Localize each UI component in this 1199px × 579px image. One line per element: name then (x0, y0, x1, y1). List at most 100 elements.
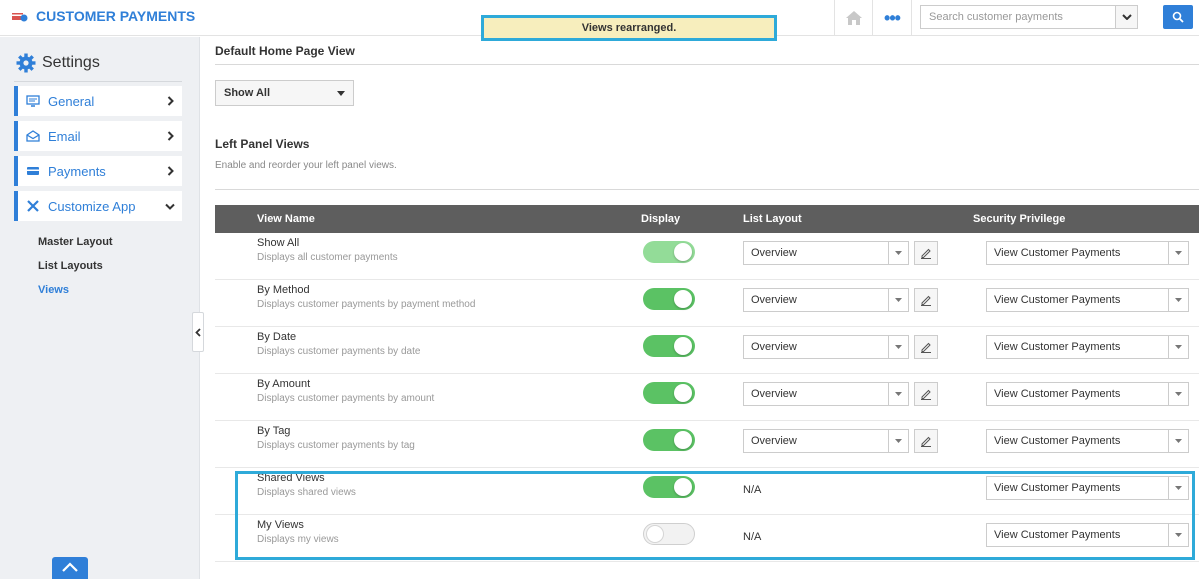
table-row: By Amount Displays customer payments by a… (215, 374, 1199, 421)
display-toggle[interactable] (643, 335, 695, 357)
security-privilege-value: View Customer Payments (994, 529, 1121, 541)
display-toggle[interactable] (643, 241, 695, 263)
toast-notification: Views rearranged. (481, 15, 777, 41)
view-description: Displays shared views (257, 487, 356, 498)
chevron-right-icon (158, 131, 182, 141)
display-toggle[interactable] (643, 288, 695, 310)
list-layout-select[interactable]: Overview (743, 429, 909, 453)
sidebar-item-general[interactable]: General (14, 86, 182, 116)
security-privilege-select[interactable]: View Customer Payments (986, 241, 1189, 265)
chevron-left-icon (195, 327, 201, 337)
settings-heading: Settings (16, 53, 100, 73)
default-view-value: Show All (224, 87, 271, 99)
column-header-view-name: View Name (257, 213, 315, 225)
search-input[interactable] (921, 6, 1116, 28)
left-panel-views-description: Enable and reorder your left panel views… (215, 160, 397, 171)
security-privilege-select[interactable]: View Customer Payments (986, 382, 1189, 406)
security-privilege-select[interactable]: View Customer Payments (986, 476, 1189, 500)
display-toggle[interactable] (643, 429, 695, 451)
caret-down-icon (888, 430, 908, 452)
home-icon (62, 562, 78, 572)
view-description: Displays all customer payments (257, 252, 398, 263)
security-privilege-select[interactable]: View Customer Payments (986, 523, 1189, 547)
toggle-knob (674, 384, 692, 402)
list-layout-value: Overview (751, 341, 797, 353)
view-description: Displays customer payments by amount (257, 393, 435, 404)
sidebar-item-email[interactable]: Email (14, 121, 182, 151)
display-toggle[interactable] (643, 382, 695, 404)
caret-down-icon (888, 289, 908, 311)
pencil-icon (921, 436, 931, 447)
search-button[interactable] (1163, 5, 1193, 29)
divider (215, 64, 1199, 65)
list-layout-na: N/A (743, 484, 762, 496)
sidebar-subitem-list-layouts[interactable]: List Layouts (38, 260, 103, 272)
app-title-text: CUSTOMER PAYMENTS (36, 8, 196, 24)
pencil-icon (921, 248, 931, 259)
view-description: Displays my views (257, 534, 339, 545)
divider (215, 189, 1199, 190)
sidebar-item-payments[interactable]: Payments (14, 156, 182, 186)
caret-down-icon (1168, 430, 1188, 452)
sidebar-item-label: Customize App (48, 198, 136, 214)
caret-down-icon (888, 242, 908, 264)
ellipsis-icon: ••• (884, 7, 901, 28)
edit-layout-button[interactable] (914, 382, 938, 406)
security-privilege-select[interactable]: View Customer Payments (986, 335, 1189, 359)
toggle-knob (674, 243, 692, 261)
column-header-list-layout: List Layout (743, 213, 802, 225)
left-panel-views-title: Left Panel Views (215, 137, 310, 151)
chevron-down-icon (158, 203, 182, 210)
caret-down-icon (888, 383, 908, 405)
pencil-icon (921, 295, 931, 306)
default-view-select[interactable]: Show All (215, 80, 354, 106)
sidebar-item-customize-app[interactable]: Customize App (14, 191, 182, 221)
column-header-security-privilege: Security Privilege (973, 213, 1066, 225)
settings-sidebar: Settings General Email Payments Customiz… (0, 37, 200, 579)
list-layout-select[interactable]: Overview (743, 241, 909, 265)
display-toggle[interactable] (643, 476, 695, 498)
search-box (920, 5, 1138, 29)
table-row: By Method Displays customer payments by p… (215, 280, 1199, 327)
edit-layout-button[interactable] (914, 335, 938, 359)
edit-layout-button[interactable] (914, 288, 938, 312)
toggle-knob (674, 290, 692, 308)
list-layout-select[interactable]: Overview (743, 335, 909, 359)
table-row: Show All Displays all customer payments Ov… (215, 233, 1199, 280)
caret-down-icon (1168, 289, 1188, 311)
app-title[interactable]: CUSTOMER PAYMENTS (12, 8, 195, 24)
display-toggle[interactable] (643, 523, 695, 545)
security-privilege-select[interactable]: View Customer Payments (986, 288, 1189, 312)
chevron-down-icon (1121, 14, 1132, 20)
table-row: Shared Views Displays shared views N/A View… (215, 468, 1199, 515)
view-name: Shared Views (257, 472, 325, 484)
go-home-button[interactable] (52, 557, 88, 579)
list-layout-value: Overview (751, 388, 797, 400)
edit-layout-button[interactable] (914, 429, 938, 453)
table-row: By Date Displays customer payments by dat… (215, 327, 1199, 374)
sidebar-item-label: General (48, 93, 95, 109)
list-layout-select[interactable]: Overview (743, 382, 909, 406)
collapse-sidebar-button[interactable] (192, 312, 204, 352)
toggle-knob (674, 478, 692, 496)
security-privilege-select[interactable]: View Customer Payments (986, 429, 1189, 453)
view-name: By Date (257, 331, 297, 343)
sidebar-item-label: Payments (48, 163, 106, 179)
edit-layout-button[interactable] (914, 241, 938, 265)
view-name: By Tag (257, 425, 291, 437)
search-dropdown-button[interactable] (1115, 6, 1137, 28)
toggle-knob (646, 525, 664, 543)
table-row: By Tag Displays customer payments by tag O… (215, 421, 1199, 468)
view-description: Displays customer payments by tag (257, 440, 415, 451)
security-privilege-value: View Customer Payments (994, 341, 1121, 353)
view-name: Show All (257, 237, 300, 249)
home-button[interactable] (834, 0, 872, 36)
more-options-button[interactable]: ••• (872, 0, 912, 36)
security-privilege-value: View Customer Payments (994, 482, 1121, 494)
list-layout-select[interactable]: Overview (743, 288, 909, 312)
sidebar-subitem-views[interactable]: Views (38, 284, 69, 296)
sidebar-subitem-master-layout[interactable]: Master Layout (38, 236, 113, 248)
list-layout-value: Overview (751, 435, 797, 447)
view-name: By Method (257, 284, 310, 296)
column-header-display: Display (641, 213, 681, 225)
